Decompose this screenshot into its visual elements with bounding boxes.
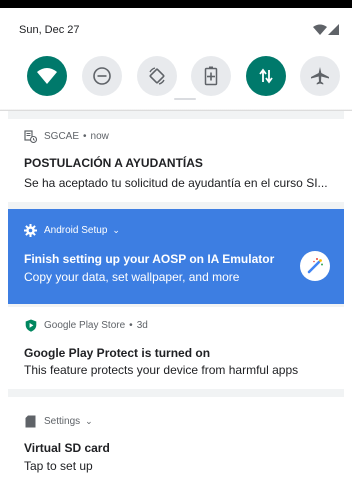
notification-body: Se ha aceptado tu solicitud de ayudantía… xyxy=(24,176,328,190)
sgcae-app-icon xyxy=(24,130,37,143)
notification-title: POSTULACIÓN A AYUDANTÍAS xyxy=(24,156,203,170)
chevron-down-icon[interactable]: ⌄ xyxy=(112,225,120,236)
app-name: Android Setup xyxy=(44,225,108,236)
notification-header: SGCAE • now xyxy=(24,130,109,143)
notification-android-setup[interactable]: Android Setup ⌄ Finish setting up your A… xyxy=(8,209,344,304)
top-status-strip xyxy=(0,0,352,8)
notification-time: 3d xyxy=(136,320,148,331)
quick-settings-panel: Sun, Dec 27 xyxy=(0,8,352,111)
mobile-data-tile[interactable] xyxy=(246,56,286,96)
app-name: SGCAE xyxy=(44,131,80,142)
notification-title: Google Play Protect is turned on xyxy=(24,346,211,360)
notification-header: Google Play Store • 3d xyxy=(24,319,148,332)
status-icons xyxy=(312,23,340,37)
gear-icon xyxy=(24,224,37,237)
notification-shade: SGCAE • now POSTULACIÓN A AYUDANTÍAS Se … xyxy=(8,111,344,493)
notification-body: Tap to set up xyxy=(24,459,93,473)
app-name: Google Play Store xyxy=(44,320,126,331)
auto-rotate-icon xyxy=(149,67,165,85)
separator: • xyxy=(83,131,87,142)
wifi-icon xyxy=(313,24,327,35)
airplane-icon xyxy=(311,67,329,85)
battery-icon xyxy=(204,66,218,86)
notification-title: Virtual SD card xyxy=(24,441,110,455)
wifi-tile[interactable] xyxy=(27,56,67,96)
wifi-icon xyxy=(37,68,57,84)
magic-wand-icon xyxy=(300,251,330,281)
notification-time: now xyxy=(90,131,109,142)
separator: • xyxy=(129,320,133,331)
quick-settings-tiles xyxy=(0,56,352,96)
auto-rotate-tile[interactable] xyxy=(137,56,177,96)
notification-header: Settings ⌄ xyxy=(24,415,93,428)
sd-card-icon xyxy=(24,415,37,428)
do-not-disturb-icon xyxy=(93,67,111,85)
date-label: Sun, Dec 27 xyxy=(19,24,80,36)
drag-handle[interactable] xyxy=(174,98,196,100)
notification-play-store[interactable]: Google Play Store • 3d Google Play Prote… xyxy=(8,307,344,389)
notification-body: Copy your data, set wallpaper, and more xyxy=(24,270,240,284)
signal-icon xyxy=(328,24,339,35)
app-name: Settings xyxy=(44,416,81,427)
notification-header: Android Setup ⌄ xyxy=(24,224,120,237)
battery-saver-tile[interactable] xyxy=(191,56,231,96)
shield-icon xyxy=(24,319,37,332)
notification-body: This feature protects your device from h… xyxy=(24,363,299,377)
notification-title: Finish setting up your AOSP on IA Emulat… xyxy=(24,252,275,266)
do-not-disturb-tile[interactable] xyxy=(82,56,122,96)
notification-sgcae[interactable]: SGCAE • now POSTULACIÓN A AYUDANTÍAS Se … xyxy=(8,119,344,202)
chevron-down-icon[interactable]: ⌄ xyxy=(85,416,93,427)
notification-settings[interactable]: Settings ⌄ Virtual SD card Tap to set up xyxy=(8,397,344,493)
airplane-mode-tile[interactable] xyxy=(300,56,340,96)
data-arrows-icon xyxy=(259,68,273,84)
